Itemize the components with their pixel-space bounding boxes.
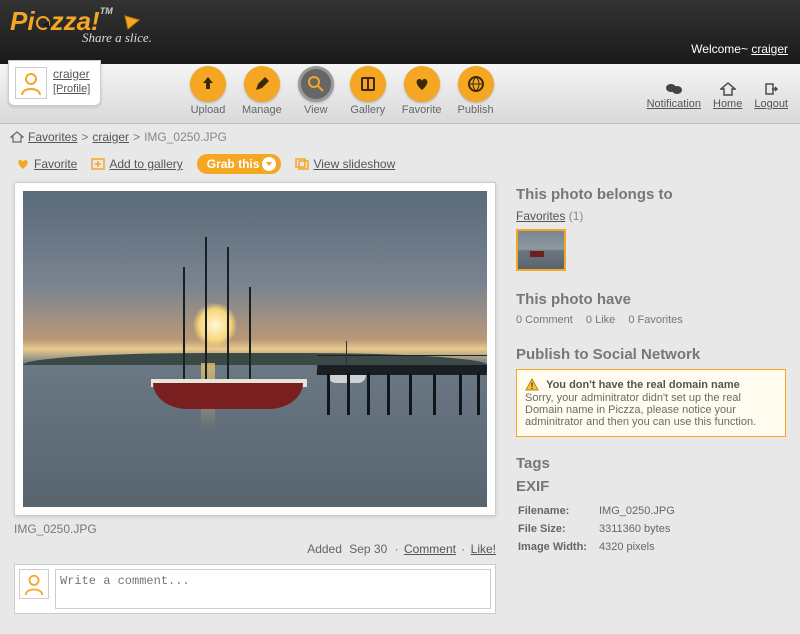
warning-heading: You don't have the real domain name xyxy=(546,379,740,391)
logo-tm: TM xyxy=(100,6,113,16)
owner-count: (1) xyxy=(569,209,584,223)
exif-row: File Size:3311360 bytes xyxy=(518,521,685,537)
magnifier-icon xyxy=(298,66,334,102)
top-bar: Pizza!TM Share a slice. Welcome~ craiger xyxy=(0,0,800,64)
pencil-icon xyxy=(244,66,280,102)
home-small-icon xyxy=(10,131,24,143)
home-link[interactable]: Home xyxy=(713,82,742,110)
breadcrumb: Favorites > craiger > IMG_0250.JPG xyxy=(0,124,800,150)
heart-icon xyxy=(404,66,440,102)
owner-line: Favorites (1) xyxy=(516,209,786,223)
slideshow-icon xyxy=(295,158,309,170)
nav-icons: Upload Manage View Gallery Favorite Publ… xyxy=(190,66,494,116)
heart-small-icon xyxy=(16,158,30,170)
photo-frame xyxy=(14,182,496,516)
exif-section: EXIF Filename:IMG_0250.JPG File Size:331… xyxy=(516,478,786,557)
upload-icon xyxy=(190,66,226,102)
comment-box xyxy=(14,564,496,614)
gallery-add-icon xyxy=(91,158,105,170)
tags-title: Tags xyxy=(516,455,786,472)
photo-meta: Added Sep 30 · Comment · Like! xyxy=(14,542,496,556)
view-slideshow-action[interactable]: View slideshow xyxy=(295,157,395,171)
warning-icon: ! xyxy=(525,378,539,392)
exif-row: Filename:IMG_0250.JPG xyxy=(518,503,685,519)
nav-favorite[interactable]: Favorite xyxy=(402,66,442,116)
nav-manage[interactable]: Manage xyxy=(242,66,282,116)
nav-gallery[interactable]: Gallery xyxy=(350,66,386,116)
user-card: craiger [Profile] xyxy=(8,60,101,106)
add-to-gallery-action[interactable]: Add to gallery xyxy=(91,157,182,171)
warning-body: Sorry, your adminitrator didn't set up t… xyxy=(525,392,756,428)
svg-text:!: ! xyxy=(531,381,534,391)
photo-column: IMG_0250.JPG Added Sep 30 · Comment · Li… xyxy=(14,182,496,614)
nav-publish[interactable]: Publish xyxy=(458,66,494,116)
logout-icon xyxy=(764,82,778,96)
comment-avatar xyxy=(19,569,49,599)
logo-text-part1: Pi xyxy=(10,6,35,36)
usercard-username-link[interactable]: craiger xyxy=(53,67,90,81)
belongs-title: This photo belongs to xyxy=(516,186,786,203)
stat-comments: 0 Comment xyxy=(516,314,573,326)
exif-title: EXIF xyxy=(516,478,786,495)
comment-link[interactable]: Comment xyxy=(404,542,456,556)
grab-this-button[interactable]: Grab this xyxy=(197,154,282,174)
nav-view[interactable]: View xyxy=(298,66,334,116)
photo-stats: 0 Comment 0 Like 0 Favorites xyxy=(516,314,786,326)
welcome-text: Welcome~ craiger xyxy=(691,42,788,56)
logout-link[interactable]: Logout xyxy=(754,82,788,110)
tagline: Share a slice. xyxy=(82,30,152,46)
usercard-profile-link[interactable]: [Profile] xyxy=(53,83,90,95)
nav-upload[interactable]: Upload xyxy=(190,66,226,116)
globe-icon xyxy=(458,66,494,102)
chevron-down-icon xyxy=(262,157,276,171)
header-right-links: Notification Home Logout xyxy=(647,82,788,110)
photo-date: Sep 30 xyxy=(349,542,387,556)
favorite-action[interactable]: Favorite xyxy=(16,157,77,171)
photo-image[interactable] xyxy=(23,191,487,507)
chat-icon xyxy=(665,82,683,96)
publish-warning: ! You don't have the real domain name So… xyxy=(516,369,786,437)
owner-thumbnail[interactable] xyxy=(516,229,566,271)
exif-table: Filename:IMG_0250.JPG File Size:3311360 … xyxy=(516,501,687,557)
home-icon xyxy=(720,82,736,96)
pizza-slice-icon xyxy=(124,14,140,30)
sidebar: This photo belongs to Favorites (1) This… xyxy=(516,182,786,557)
breadcrumb-current: IMG_0250.JPG xyxy=(144,130,227,144)
photo-filename: IMG_0250.JPG xyxy=(14,522,496,536)
have-title: This photo have xyxy=(516,291,786,308)
welcome-user-link[interactable]: craiger xyxy=(751,42,788,56)
owner-link[interactable]: Favorites xyxy=(516,209,565,223)
stat-likes: 0 Like xyxy=(586,314,615,326)
like-link[interactable]: Like! xyxy=(471,542,496,556)
nav-row: craiger [Profile] Upload Manage View Gal… xyxy=(0,64,800,124)
breadcrumb-user[interactable]: craiger xyxy=(92,130,129,144)
avatar xyxy=(15,67,47,99)
photo-actions: Favorite Add to gallery Grab this View s… xyxy=(0,150,800,182)
stat-favorites: 0 Favorites xyxy=(628,314,682,326)
breadcrumb-favorites[interactable]: Favorites xyxy=(28,130,77,144)
publish-title: Publish to Social Network xyxy=(516,346,786,363)
book-icon xyxy=(350,66,386,102)
exif-row: Image Width:4320 pixels xyxy=(518,539,685,555)
comment-input[interactable] xyxy=(55,569,491,609)
notification-link[interactable]: Notification xyxy=(647,82,701,110)
